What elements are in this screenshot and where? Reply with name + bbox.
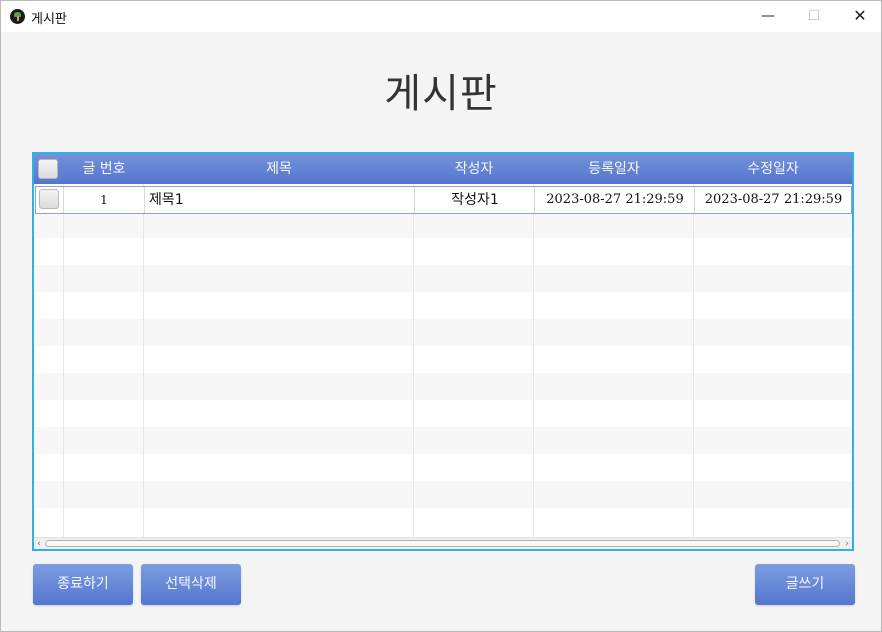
empty-row: [34, 346, 852, 373]
window-title: 게시판: [31, 12, 67, 27]
column-divider: [63, 184, 64, 539]
column-divider: [413, 184, 414, 539]
column-header-created[interactable]: 등록일자: [534, 154, 694, 184]
scrollbar-thumb[interactable]: [45, 540, 840, 547]
title-bar: 게시판 — ☐ ✕: [1, 1, 881, 32]
empty-row: [34, 481, 852, 508]
app-window: 게시판 — ☐ ✕ 게시판 글 번호 제목 작성자 등록일자 수정일자 1 제목…: [0, 0, 882, 632]
empty-row: [34, 319, 852, 346]
select-all-checkbox[interactable]: [38, 159, 58, 179]
exit-button[interactable]: 종료하기: [33, 564, 133, 605]
column-divider: [533, 184, 534, 539]
row-number: 1: [100, 193, 108, 207]
column-header-title[interactable]: 제목: [144, 154, 414, 184]
column-header-modified[interactable]: 수정일자: [694, 154, 852, 184]
table-body: [34, 184, 852, 539]
row-author: 작성자1: [451, 192, 499, 208]
empty-row: [34, 454, 852, 481]
minimize-button[interactable]: —: [745, 1, 791, 32]
empty-row: [34, 292, 852, 319]
table-row[interactable]: 1 제목1 작성자1 2023-08-27 21:29:59 2023-08-2…: [35, 186, 852, 214]
empty-row: [34, 373, 852, 400]
maximize-button[interactable]: ☐: [791, 1, 837, 32]
empty-row: [34, 427, 852, 454]
row-checkbox[interactable]: [39, 189, 59, 209]
write-post-button[interactable]: 글쓰기: [755, 564, 855, 605]
delete-selected-button[interactable]: 선택삭제: [141, 564, 241, 605]
row-created-date: 2023-08-27 21:29:59: [546, 192, 684, 207]
empty-row: [34, 238, 852, 265]
close-button[interactable]: ✕: [837, 1, 882, 32]
row-modified-date: 2023-08-27 21:29:59: [704, 192, 843, 207]
empty-row: [34, 265, 852, 292]
app-logo-icon: [10, 9, 25, 24]
column-header-number[interactable]: 글 번호: [64, 154, 144, 184]
column-header-author[interactable]: 작성자: [414, 154, 534, 184]
column-divider: [143, 184, 144, 539]
row-title: 제목1: [149, 192, 184, 208]
column-divider: [693, 184, 694, 539]
empty-row: [34, 508, 852, 535]
scroll-left-icon[interactable]: ‹: [34, 538, 44, 549]
page-title: 게시판: [384, 71, 498, 117]
horizontal-scrollbar[interactable]: ‹ ›: [34, 537, 852, 549]
table-header: 글 번호 제목 작성자 등록일자 수정일자: [34, 154, 852, 184]
empty-row: [34, 211, 852, 238]
empty-row: [34, 400, 852, 427]
scroll-right-icon[interactable]: ›: [842, 538, 852, 549]
board-table: 글 번호 제목 작성자 등록일자 수정일자 1 제목1 작성자1 2023-08…: [32, 152, 854, 551]
